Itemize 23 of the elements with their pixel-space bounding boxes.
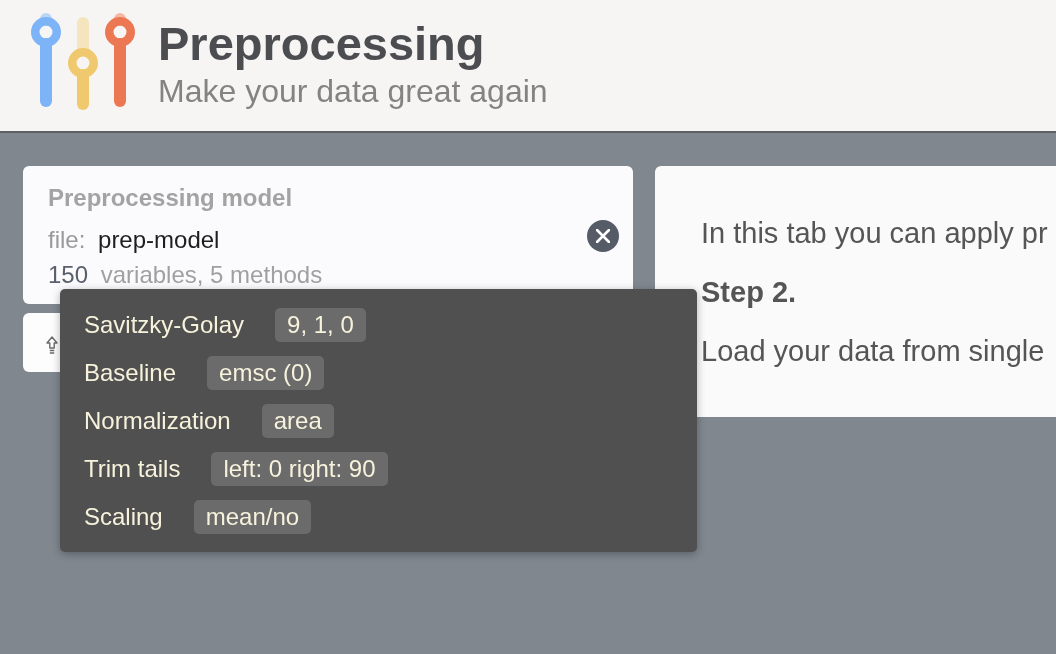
info-text: Load your data from single [701, 334, 1046, 369]
parameter-badge: area [261, 404, 334, 438]
method-name: Savitzky-Golay [84, 310, 245, 340]
method-name: Baseline [84, 358, 177, 388]
method-name: Scaling [84, 502, 163, 532]
model-summary: variables, 5 methods [100, 261, 323, 288]
upload-arrow-icon [46, 335, 58, 354]
upload-button[interactable] [23, 313, 60, 372]
step-heading: Step 2. [701, 275, 798, 310]
parameter-badge: mean/no [193, 500, 312, 534]
parameter-badge: emsc (0) [207, 356, 325, 390]
file-name: prep-model [98, 226, 220, 253]
variable-count: 150 [48, 261, 89, 288]
close-icon [596, 229, 610, 243]
app-subtitle: Make your data great again [158, 74, 548, 108]
info-text: In this tab you can apply pr [701, 216, 1049, 251]
card-heading: Preprocessing model [48, 183, 294, 212]
file-label: file: [48, 226, 86, 253]
parameter-badge: 9, 1, 0 [275, 308, 366, 342]
close-button[interactable] [587, 220, 619, 252]
method-name: Trim tails [84, 454, 181, 484]
method-name: Normalization [84, 406, 231, 436]
parameter-badge: left: 0 right: 90 [211, 452, 388, 486]
